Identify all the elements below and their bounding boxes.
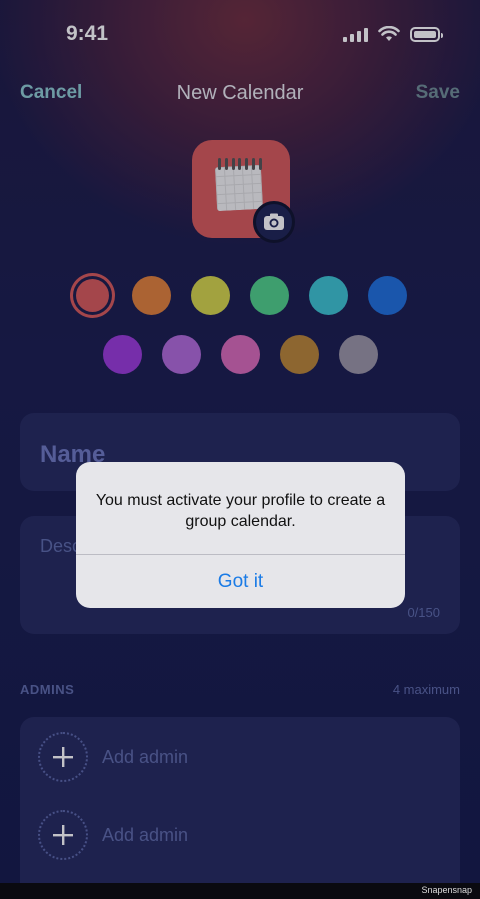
got-it-button[interactable]: Got it — [76, 555, 405, 608]
alert-backdrop — [0, 0, 480, 899]
watermark-bar: Snapensnap — [0, 883, 480, 899]
alert-message: You must activate your profile to create… — [95, 492, 386, 530]
alert-dialog: You must activate your profile to create… — [76, 462, 405, 608]
watermark-text: Snapensnap — [421, 885, 472, 895]
